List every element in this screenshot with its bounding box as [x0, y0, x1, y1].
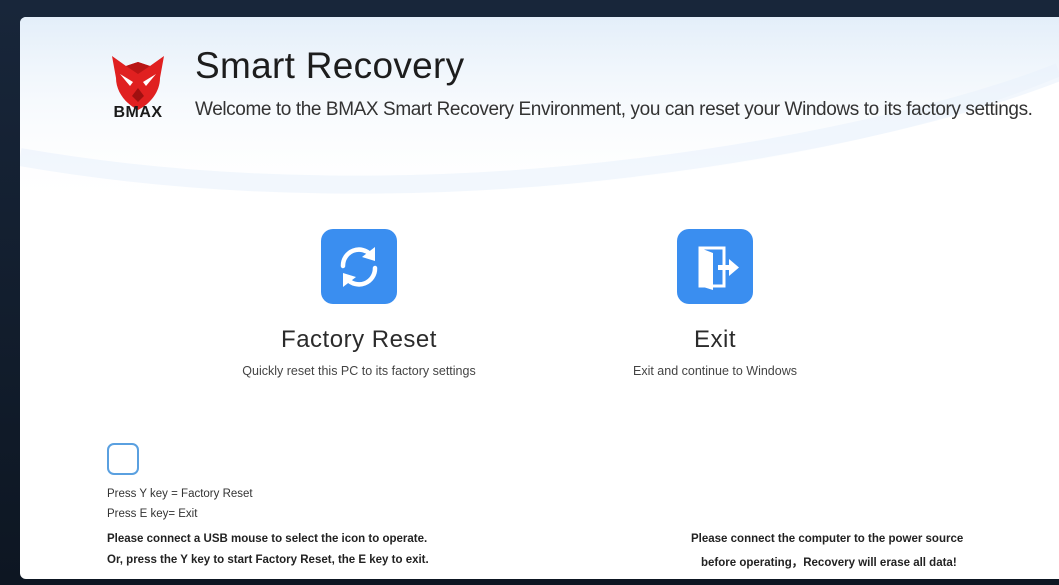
- brand-wordmark: BMAX: [113, 104, 163, 121]
- refresh-icon: [340, 246, 378, 287]
- key-hint-y: Press Y key = Factory Reset: [107, 488, 253, 500]
- usb-mouse-note: Please connect a USB mouse to select the…: [107, 533, 428, 545]
- power-warning-line2: before operating，Recovery will erase all…: [701, 557, 957, 569]
- exit-description: Exit and continue to Windows: [633, 364, 797, 378]
- recovery-window: BMAX Smart Recovery Welcome to the BMAX …: [20, 17, 1059, 579]
- key-hint-e: Press E key= Exit: [107, 508, 198, 520]
- factory-reset-button[interactable]: [321, 229, 397, 304]
- background-wave: [20, 17, 1059, 212]
- factory-reset-option[interactable]: Factory Reset Quickly reset this PC to i…: [209, 229, 509, 378]
- exit-button[interactable]: [677, 229, 753, 304]
- power-warning-line1: Please connect the computer to the power…: [691, 533, 964, 545]
- factory-reset-title: Factory Reset: [281, 326, 437, 353]
- exit-option[interactable]: Exit Exit and continue to Windows: [565, 229, 865, 378]
- selection-checkbox[interactable]: [107, 443, 139, 475]
- page-subtitle: Welcome to the BMAX Smart Recovery Envir…: [195, 99, 1033, 120]
- page-title: Smart Recovery: [195, 45, 465, 86]
- factory-reset-description: Quickly reset this PC to its factory set…: [242, 364, 476, 378]
- exit-door-icon: [698, 246, 739, 290]
- keyboard-note: Or, press the Y key to start Factory Res…: [107, 554, 429, 566]
- exit-title: Exit: [693, 326, 736, 353]
